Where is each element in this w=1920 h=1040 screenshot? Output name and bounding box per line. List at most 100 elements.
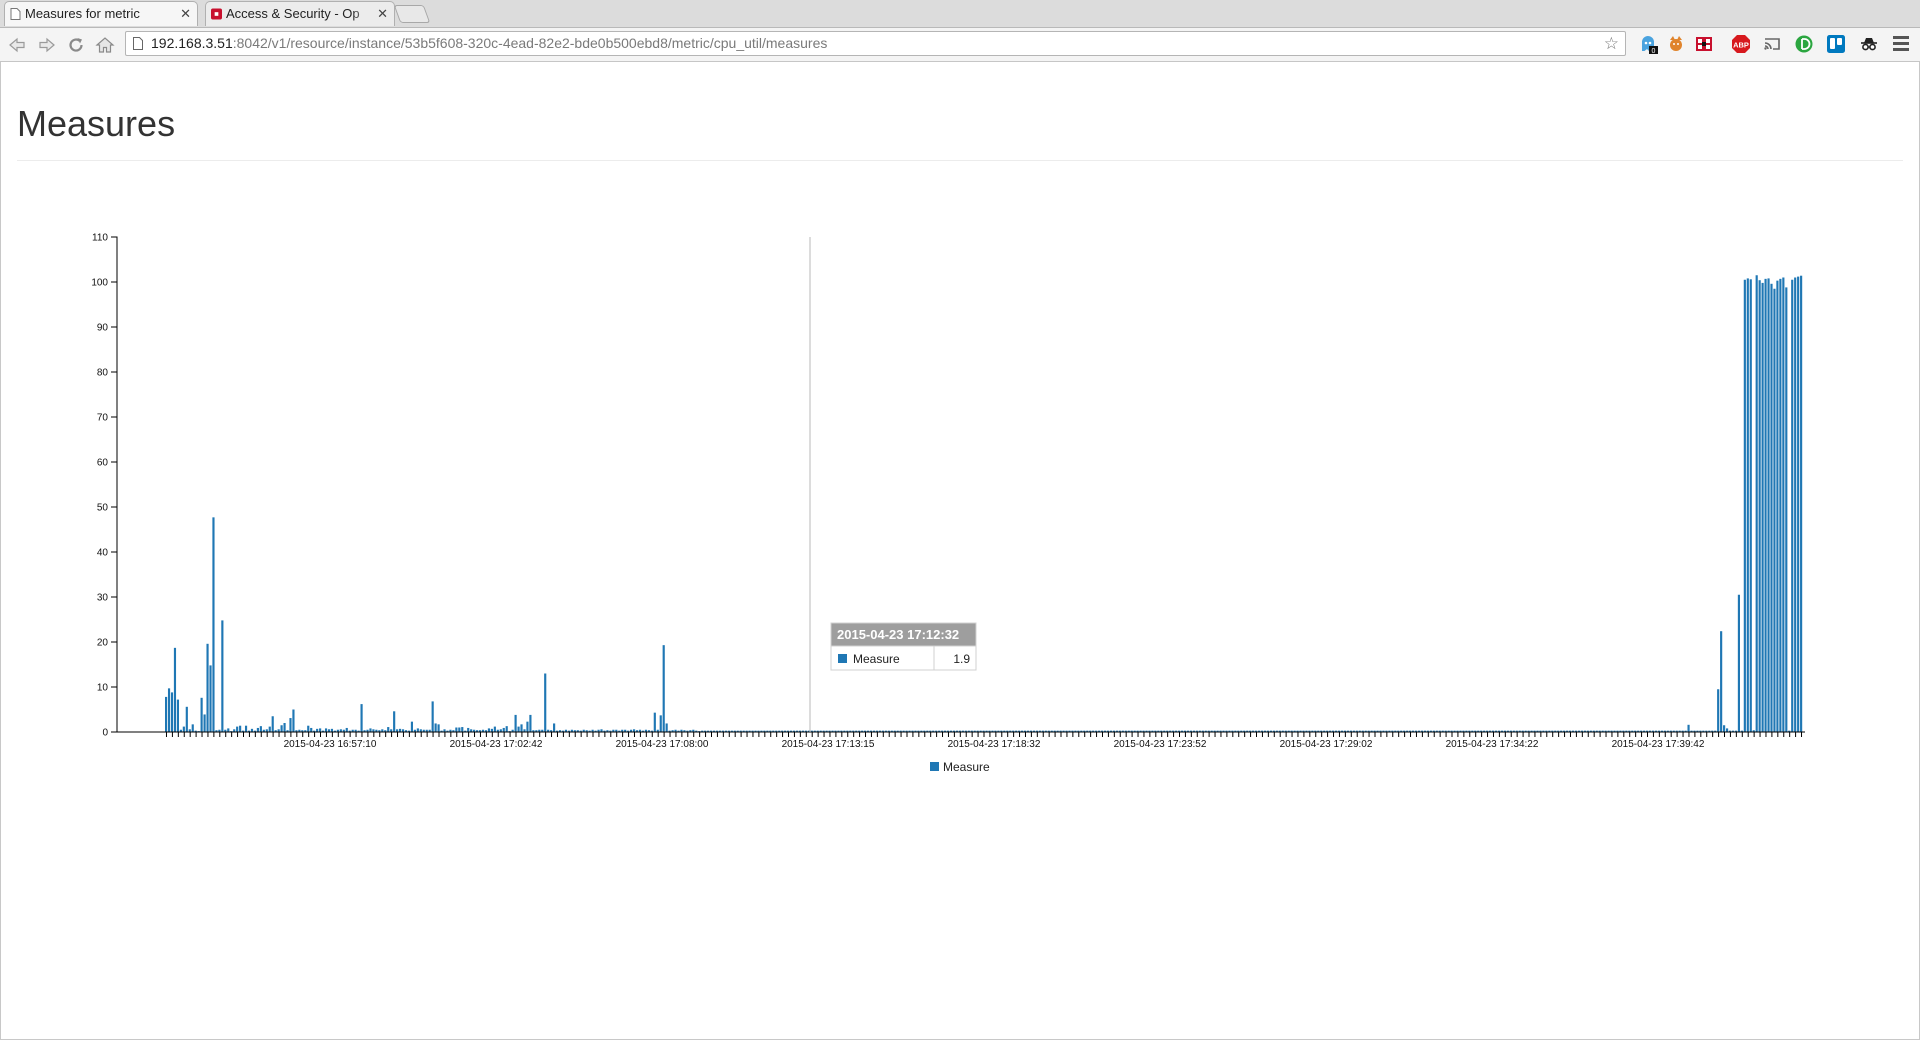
bar (1749, 279, 1752, 732)
y-tick-label: 100 (91, 278, 108, 289)
tooltip-time: 2015-04-23 17:12:32 (837, 627, 959, 642)
bar (461, 727, 464, 732)
x-tick-label: 2015-04-23 17:23:52 (1114, 739, 1207, 750)
bar (167, 688, 171, 732)
tooltip: 2015-04-23 17:12:32 Measure 1.9 (830, 622, 977, 671)
bar (360, 704, 363, 732)
bar (319, 728, 322, 732)
bar (517, 726, 520, 732)
bar (292, 709, 295, 732)
bar (212, 517, 215, 732)
bar (502, 727, 505, 732)
bar (1797, 276, 1800, 732)
bar (200, 697, 203, 732)
legend[interactable]: Measure (930, 760, 990, 774)
y-tick-label: 80 (97, 368, 109, 379)
bar (455, 727, 458, 732)
y-tick-label: 30 (97, 593, 109, 604)
bar (170, 692, 174, 732)
bar (1794, 277, 1797, 732)
bar (1761, 282, 1764, 732)
bar (493, 726, 496, 732)
bar (268, 726, 271, 732)
bar (526, 721, 529, 732)
x-tick-label: 2015-04-23 17:02:42 (450, 739, 543, 750)
bar (239, 725, 242, 732)
bar (665, 723, 668, 732)
bar (467, 727, 470, 732)
bar (227, 728, 230, 732)
bar (520, 724, 523, 732)
bar (1687, 724, 1690, 732)
bar (437, 724, 440, 732)
y-tick-label: 0 (102, 728, 108, 739)
bar (529, 714, 532, 732)
bar (283, 723, 286, 732)
bar (553, 723, 556, 732)
bar (1767, 278, 1770, 732)
bar (505, 726, 508, 732)
bar (209, 665, 212, 732)
bar (165, 696, 168, 732)
y-tick-label: 20 (97, 638, 109, 649)
bar (185, 706, 188, 732)
bar (1785, 287, 1788, 732)
bar (1773, 288, 1776, 732)
bar (659, 715, 662, 732)
bar (653, 712, 656, 732)
bar (203, 714, 206, 732)
bar (410, 721, 414, 732)
bar (416, 728, 419, 732)
y-tick-label: 40 (97, 548, 109, 559)
bar (434, 723, 437, 732)
tooltip-swatch (838, 654, 847, 663)
y-tick-label: 60 (97, 458, 109, 469)
tooltip-value: 1.9 (953, 652, 970, 666)
y-tick-label: 10 (97, 683, 109, 694)
bar (487, 728, 491, 732)
bar (173, 647, 177, 732)
bar (1758, 280, 1761, 732)
y-tick-label: 110 (92, 233, 108, 244)
bar (1791, 279, 1794, 732)
x-tick-label: 2015-04-23 17:13:15 (782, 739, 875, 750)
bar (221, 620, 224, 732)
bar (307, 725, 310, 732)
y-axis-line (113, 236, 118, 733)
bar (345, 727, 348, 732)
bar (1720, 631, 1723, 732)
x-tick-label: 2015-04-23 17:18:32 (948, 739, 1041, 750)
bar (280, 725, 283, 732)
bar (369, 728, 372, 732)
y-tick-label: 50 (97, 503, 109, 514)
bar (1764, 278, 1767, 732)
bar (1779, 278, 1782, 732)
x-tick-label: 2015-04-23 17:29:02 (1280, 739, 1373, 750)
bar (1723, 725, 1726, 732)
legend-swatch (930, 762, 939, 771)
measures-bar-chart: 0 10 20 30 40 50 60 70 80 90 100 110 2015-04-23 16:… (91, 233, 1805, 774)
bar (1782, 277, 1785, 732)
bar (1725, 728, 1729, 732)
tooltip-series: Measure (853, 652, 900, 666)
bar (191, 724, 194, 732)
x-tick-label: 2015-04-23 17:34:22 (1446, 739, 1539, 750)
bar (324, 728, 328, 732)
bar (1770, 283, 1773, 732)
bar (310, 727, 313, 732)
bar (271, 716, 274, 732)
bar (1776, 280, 1779, 732)
x-tick-label: 2015-04-23 16:57:10 (284, 739, 377, 750)
bar (289, 718, 292, 732)
bar (236, 726, 239, 732)
y-tick-label: 90 (97, 323, 109, 334)
y-tick-label: 70 (97, 413, 109, 424)
bar (259, 726, 262, 732)
bar (176, 699, 180, 732)
bar (1737, 594, 1740, 732)
bar (514, 714, 517, 732)
legend-label: Measure (943, 760, 990, 774)
bar (244, 725, 248, 732)
bar (458, 727, 461, 732)
bar (431, 701, 434, 732)
